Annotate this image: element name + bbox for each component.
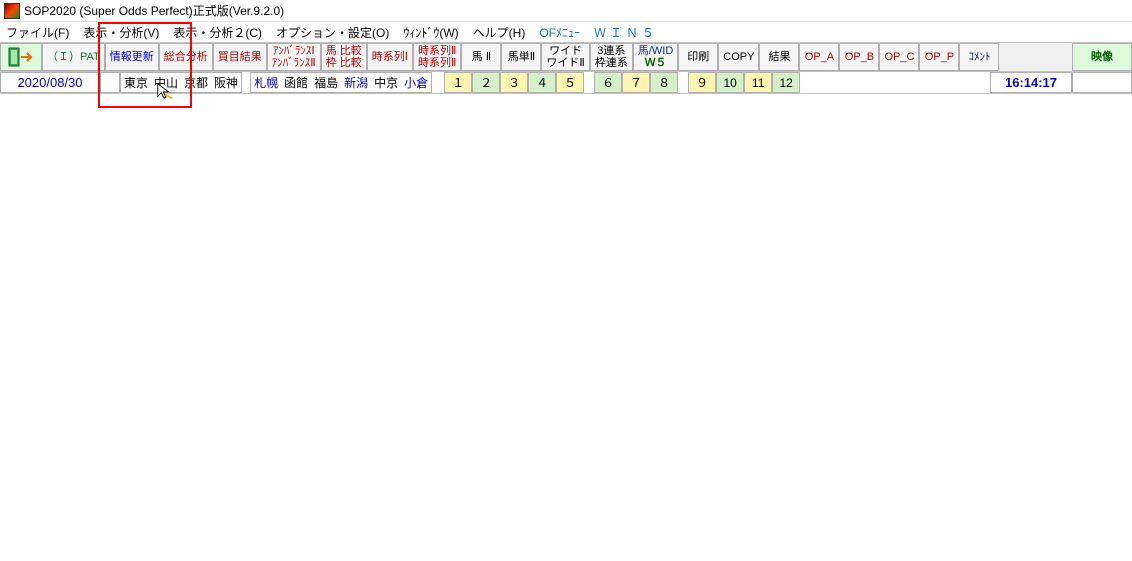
track-tokyo[interactable]: 東京 <box>121 73 151 92</box>
track-group-1: 東京 中山 京都 阪神 <box>120 72 242 93</box>
compare-button[interactable]: 馬 比較 枠 比較 <box>321 43 367 71</box>
timeseries1-button[interactable]: 時系列Ⅰ <box>367 43 413 71</box>
menu-file[interactable]: ファイル(F) <box>6 24 69 41</box>
race-4[interactable]: ４ <box>528 72 556 93</box>
wide-label: ワイド <box>549 45 582 57</box>
track-niigata[interactable]: 新潟 <box>341 73 371 92</box>
app-icon <box>4 3 20 19</box>
sanren-label: 3連系 <box>597 45 625 57</box>
print-button[interactable]: 印刷 <box>678 43 718 71</box>
umatan2-button[interactable]: 馬単Ⅱ <box>501 43 541 71</box>
clock-cell: 16:14:17 <box>990 72 1072 93</box>
wide2-label: ワイドⅡ <box>546 57 584 69</box>
race-3[interactable]: ３ <box>500 72 528 93</box>
unbalance1-label: ｱﾝﾊﾞﾗﾝｽⅠ <box>273 45 315 57</box>
exit-button[interactable] <box>0 43 42 71</box>
video-button[interactable]: 映像 <box>1072 43 1132 71</box>
track-kokura[interactable]: 小倉 <box>401 73 431 92</box>
comment-button[interactable]: ｺﾒﾝﾄ <box>959 43 999 71</box>
race-9[interactable]: ９ <box>688 72 716 93</box>
track-nakayama[interactable]: 中山 <box>151 73 181 92</box>
race-6[interactable]: ６ <box>594 72 622 93</box>
wide-button[interactable]: ワイド ワイドⅡ <box>541 43 589 71</box>
track-sapporo[interactable]: 札幌 <box>251 73 281 92</box>
update-button[interactable]: 情報更新 <box>105 43 159 71</box>
race-12[interactable]: 12 <box>772 72 800 93</box>
race-group: １ ２ ３ ４ ５ ６ ７ ８ ９ 10 11 12 <box>444 72 800 93</box>
menu-option[interactable]: オプション・設定(O) <box>276 24 389 41</box>
opp-button[interactable]: OP_P <box>919 43 959 71</box>
w5-label: Ｗ５ <box>645 57 667 69</box>
race-1[interactable]: １ <box>444 72 472 93</box>
race-8[interactable]: ８ <box>650 72 678 93</box>
waku-compare-label: 枠 比較 <box>326 57 362 69</box>
menu-ofmenu[interactable]: OFﾒﾆｭｰ <box>539 24 580 41</box>
umawid-label: 馬/WID <box>638 45 673 57</box>
selection-bar: 2020/08/30 東京 中山 京都 阪神 札幌 函館 福島 新潟 中京 小倉… <box>0 72 1132 94</box>
race-5[interactable]: ５ <box>556 72 584 93</box>
race-11[interactable]: 11 <box>744 72 772 93</box>
uma-compare-label: 馬 比較 <box>326 45 362 57</box>
menu-window[interactable]: ｳｨﾝﾄﾞｳ(W) <box>403 24 458 41</box>
timeseries2a-label: 時系列Ⅱ <box>418 45 456 57</box>
result-button[interactable]: 結果 <box>759 43 799 71</box>
race-10[interactable]: 10 <box>716 72 744 93</box>
date-cell[interactable]: 2020/08/30 <box>0 72 100 93</box>
umawid-button[interactable]: 馬/WID Ｗ５ <box>633 43 678 71</box>
track-group-2: 札幌 函館 福島 新潟 中京 小倉 <box>250 72 432 93</box>
ipat-button[interactable]: （Ｉ）PAT <box>42 43 105 71</box>
opb-button[interactable]: OP_B <box>839 43 879 71</box>
unbalance-button[interactable]: ｱﾝﾊﾞﾗﾝｽⅠ ｱﾝﾊﾞﾗﾝｽⅡ <box>267 43 321 71</box>
window-title: SOP2020 (Super Odds Perfect)正式版(Ver.9.2.… <box>24 2 284 19</box>
buy-result-button[interactable]: 買目結果 <box>213 43 267 71</box>
race-7[interactable]: ７ <box>622 72 650 93</box>
timeseries2-button[interactable]: 時系列Ⅱ 時系列Ⅱ <box>413 43 461 71</box>
analysis-button[interactable]: 総合分析 <box>159 43 213 71</box>
unbalance2-label: ｱﾝﾊﾞﾗﾝｽⅡ <box>272 57 316 69</box>
wakuren-label: 枠連系 <box>595 57 628 69</box>
right-spacer <box>1072 72 1132 93</box>
track-fukushima[interactable]: 福島 <box>311 73 341 92</box>
track-hakodate[interactable]: 函館 <box>281 73 311 92</box>
exit-door-icon <box>7 46 35 68</box>
uma2-button[interactable]: 馬 Ⅱ <box>461 43 501 71</box>
race-2[interactable]: ２ <box>472 72 500 93</box>
menu-win5[interactable]: ＷＩＮ５ <box>594 24 658 41</box>
sanren-button[interactable]: 3連系 枠連系 <box>590 43 633 71</box>
opa-button[interactable]: OP_A <box>799 43 839 71</box>
menu-help[interactable]: ヘルプ(H) <box>473 24 526 41</box>
timeseries2b-label: 時系列Ⅱ <box>418 57 456 69</box>
track-hanshin[interactable]: 阪神 <box>211 73 241 92</box>
spacer-cell <box>100 72 120 93</box>
menu-bar: ファイル(F) 表示・分析(V) 表示・分析２(C) オプション・設定(O) ｳ… <box>0 22 1132 42</box>
track-chukyo[interactable]: 中京 <box>371 73 401 92</box>
title-bar: SOP2020 (Super Odds Perfect)正式版(Ver.9.2.… <box>0 0 1132 22</box>
menu-view1[interactable]: 表示・分析(V) <box>83 24 159 41</box>
copy-button[interactable]: COPY <box>718 43 759 71</box>
menu-view2[interactable]: 表示・分析２(C) <box>173 24 262 41</box>
toolbar: （Ｉ）PAT 情報更新 総合分析 買目結果 ｱﾝﾊﾞﾗﾝｽⅠ ｱﾝﾊﾞﾗﾝｽⅡ … <box>0 42 1132 72</box>
opc-button[interactable]: OP_C <box>879 43 919 71</box>
track-kyoto[interactable]: 京都 <box>181 73 211 92</box>
